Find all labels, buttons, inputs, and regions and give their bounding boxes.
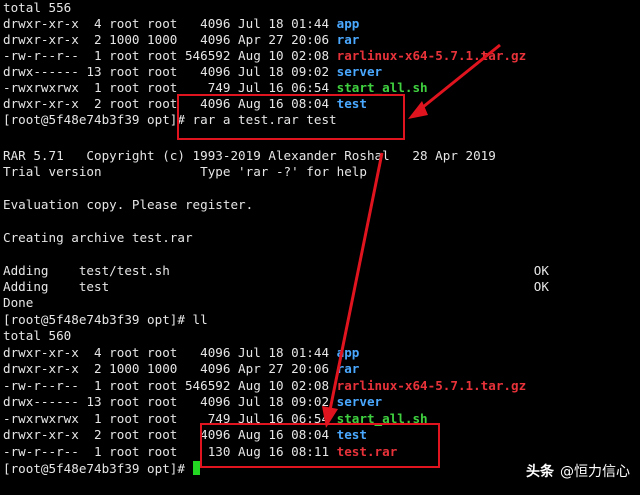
toutiao-logo-icon: 头条	[526, 464, 554, 480]
arrow-upper-shaft	[417, 43, 501, 113]
annotation-arrows	[322, 43, 501, 428]
arrow-lower-head	[322, 406, 338, 428]
watermark-handle: @恒力信心	[560, 464, 630, 480]
terminal-window[interactable]: total 556 drwxr-xr-x 4 root root 4096 Ju…	[0, 0, 640, 495]
watermark: 头条 @恒力信心	[526, 461, 630, 483]
arrow-lower-shaft	[328, 152, 384, 411]
arrow-upper	[408, 43, 501, 119]
arrow-lower	[322, 152, 384, 428]
